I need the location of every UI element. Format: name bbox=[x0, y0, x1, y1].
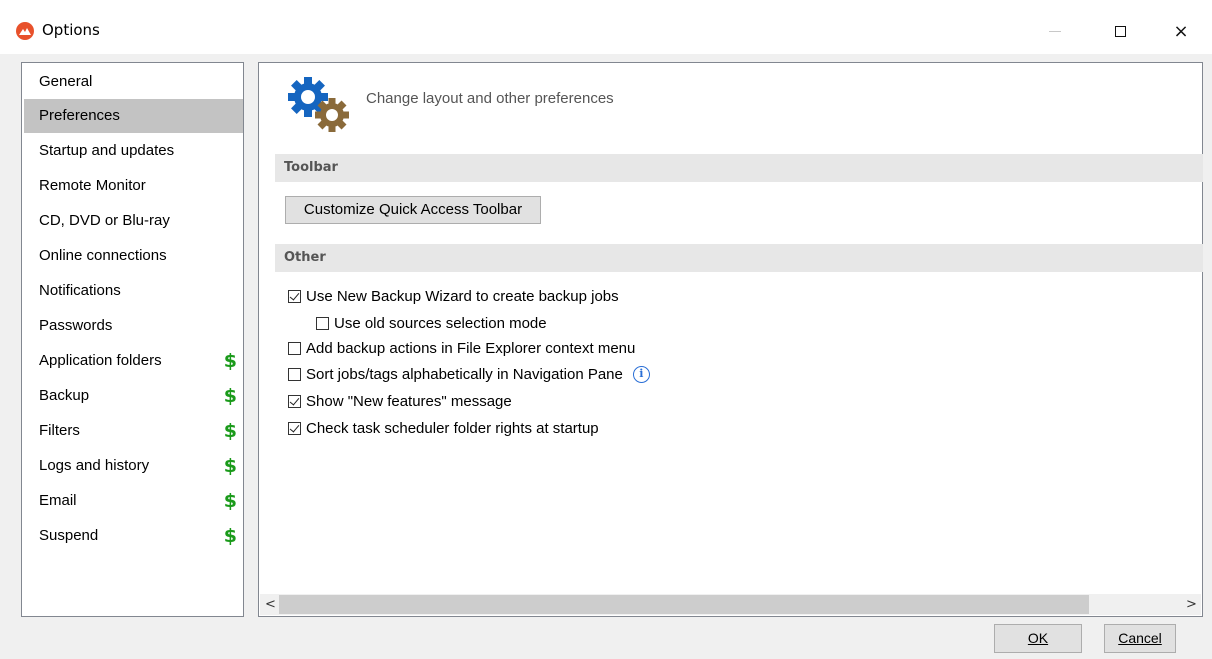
sidebar-item-online-connections[interactable]: Online connections bbox=[24, 239, 243, 273]
maximize-button[interactable] bbox=[1097, 8, 1143, 54]
option-label: Sort jobs/tags alphabetically in Navigat… bbox=[306, 365, 623, 383]
sidebar-item-label: Email bbox=[39, 492, 77, 509]
sidebar-item-filters[interactable]: Filters $ bbox=[24, 414, 243, 448]
horizontal-scrollbar[interactable]: < > bbox=[260, 594, 1201, 615]
scroll-right-icon[interactable]: > bbox=[1183, 594, 1200, 615]
ok-label: OK bbox=[1027, 630, 1049, 646]
option-label: Check task scheduler folder rights at st… bbox=[306, 419, 599, 437]
sidebar-item-cd-dvd-bluray[interactable]: CD, DVD or Blu-ray bbox=[24, 204, 243, 238]
close-button[interactable]: × bbox=[1158, 8, 1204, 54]
sidebar-item-label: Suspend bbox=[39, 527, 99, 544]
sidebar-item-label: Preferences bbox=[39, 107, 120, 124]
sidebar-item-application-folders[interactable]: Application folders $ bbox=[24, 344, 243, 378]
sidebar-item-notifications[interactable]: Notifications bbox=[24, 274, 243, 308]
sidebar-item-email[interactable]: Email $ bbox=[24, 484, 243, 518]
sidebar-item-label: Startup and updates bbox=[39, 142, 175, 159]
window-title: Options bbox=[42, 21, 100, 39]
scrollbar-thumb[interactable] bbox=[279, 595, 1089, 614]
sidebar-item-label: CD, DVD or Blu-ray bbox=[39, 212, 170, 229]
option-label: Use old sources selection mode bbox=[334, 314, 547, 332]
premium-dollar-icon: $ bbox=[223, 525, 237, 547]
sidebar-item-preferences[interactable]: Preferences bbox=[24, 99, 243, 133]
premium-dollar-icon: $ bbox=[223, 385, 237, 407]
option-new-backup-wizard[interactable]: Use New Backup Wizard to create backup j… bbox=[288, 285, 619, 307]
sidebar-item-label: Online connections bbox=[39, 247, 167, 264]
sidebar-item-label: General bbox=[39, 73, 93, 90]
title-bar: Options × bbox=[0, 8, 1212, 54]
sidebar-item-startup-and-updates[interactable]: Startup and updates bbox=[24, 134, 243, 168]
checkbox[interactable] bbox=[288, 289, 301, 303]
option-sort-jobs-tags[interactable]: Sort jobs/tags alphabetically in Navigat… bbox=[288, 363, 650, 385]
options-window: Options × General Preferences Startup an… bbox=[0, 0, 1212, 659]
cancel-button[interactable]: Cancel bbox=[1104, 624, 1176, 653]
sidebar-item-label: Application folders bbox=[39, 352, 162, 369]
sidebar-item-passwords[interactable]: Passwords bbox=[24, 309, 243, 343]
other-section-header: Other bbox=[275, 244, 1203, 272]
option-task-scheduler-rights[interactable]: Check task scheduler folder rights at st… bbox=[288, 417, 599, 439]
info-icon[interactable]: i bbox=[632, 365, 650, 383]
sidebar-item-label: Backup bbox=[39, 387, 90, 404]
sidebar-item-remote-monitor[interactable]: Remote Monitor bbox=[24, 169, 243, 203]
sidebar-item-suspend[interactable]: Suspend $ bbox=[24, 519, 243, 553]
maximize-icon bbox=[1114, 25, 1126, 37]
sidebar-item-label: Remote Monitor bbox=[39, 177, 146, 194]
sidebar-item-general[interactable]: General bbox=[24, 65, 243, 99]
premium-dollar-icon: $ bbox=[223, 455, 237, 477]
gears-icon bbox=[288, 77, 349, 132]
sidebar-item-label: Logs and history bbox=[39, 457, 150, 474]
premium-dollar-icon: $ bbox=[223, 420, 237, 442]
sidebar-item-label: Passwords bbox=[39, 317, 113, 334]
minimize-icon bbox=[1049, 30, 1061, 32]
sidebar-item-backup[interactable]: Backup $ bbox=[24, 379, 243, 413]
checkbox[interactable] bbox=[288, 341, 301, 355]
sidebar-item-label: Filters bbox=[39, 422, 80, 439]
checkbox[interactable] bbox=[316, 316, 329, 330]
option-label: Use New Backup Wizard to create backup j… bbox=[306, 287, 619, 305]
toolbar-section-header: Toolbar bbox=[275, 154, 1203, 182]
sidebar-item-logs-and-history[interactable]: Logs and history $ bbox=[24, 449, 243, 483]
scroll-left-icon[interactable]: < bbox=[262, 594, 279, 615]
minimize-button[interactable] bbox=[1032, 8, 1078, 54]
checkbox[interactable] bbox=[288, 421, 301, 435]
preferences-panel: Change layout and other preferences Tool… bbox=[258, 62, 1203, 617]
option-label: Add backup actions in File Explorer cont… bbox=[306, 339, 636, 357]
premium-dollar-icon: $ bbox=[223, 350, 237, 372]
option-explorer-context-menu[interactable]: Add backup actions in File Explorer cont… bbox=[288, 337, 635, 359]
close-icon: × bbox=[1173, 20, 1189, 42]
ok-button[interactable]: OK bbox=[994, 624, 1082, 653]
customize-toolbar-button[interactable]: Customize Quick Access Toolbar bbox=[285, 196, 541, 224]
cancel-label: Cancel bbox=[1118, 630, 1162, 646]
checkbox[interactable] bbox=[288, 367, 301, 381]
option-label: Show "New features" message bbox=[306, 392, 512, 410]
panel-heading: Change layout and other preferences bbox=[366, 90, 614, 107]
options-sidebar: General Preferences Startup and updates … bbox=[21, 62, 244, 617]
sidebar-item-label: Notifications bbox=[39, 282, 121, 299]
checkbox[interactable] bbox=[288, 394, 301, 408]
app-logo-icon bbox=[16, 22, 34, 40]
premium-dollar-icon: $ bbox=[223, 490, 237, 512]
option-show-new-features[interactable]: Show "New features" message bbox=[288, 390, 512, 412]
option-old-sources-mode[interactable]: Use old sources selection mode bbox=[316, 312, 547, 334]
